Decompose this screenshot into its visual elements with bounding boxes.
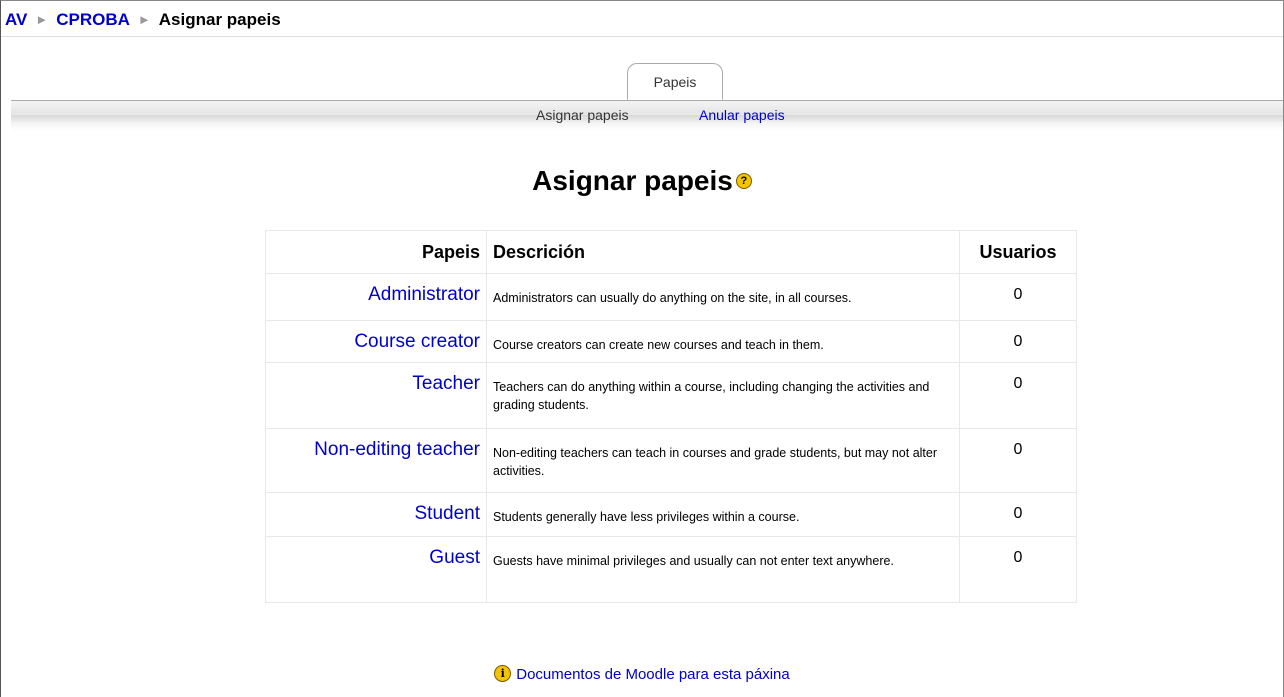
breadcrumb-link-cproba[interactable]: CPROBA bbox=[56, 10, 130, 29]
subtab-row: Asignar papeis Anular papeis bbox=[11, 101, 1283, 131]
description-cell: Non-editing teachers can teach in course… bbox=[486, 428, 960, 493]
users-count-cell: 0 bbox=[959, 428, 1077, 493]
table-row: Teacher Teachers can do anything within … bbox=[265, 362, 1077, 429]
page-frame: AV ► CPROBA ► Asignar papeis Papeis Asignar … bbox=[0, 0, 1284, 697]
page-title: Asignar papeis bbox=[532, 165, 733, 196]
role-cell: Administrator bbox=[265, 273, 487, 321]
breadcrumb-current: Asignar papeis bbox=[158, 10, 281, 29]
role-link-course-creator[interactable]: Course creator bbox=[354, 331, 480, 352]
table-row: Student Students generally have less pri… bbox=[265, 492, 1077, 537]
role-link-non-editing-teacher[interactable]: Non-editing teacher bbox=[314, 439, 480, 460]
description-cell: Teachers can do anything within a course… bbox=[486, 362, 960, 429]
breadcrumb: AV ► CPROBA ► Asignar papeis bbox=[1, 1, 1283, 37]
page-title-container: Asignar papeis? bbox=[1, 165, 1283, 197]
role-cell: Teacher bbox=[265, 362, 487, 429]
subtab-anular-papeis[interactable]: Anular papeis bbox=[699, 107, 785, 123]
role-link-administrator[interactable]: Administrator bbox=[368, 284, 480, 305]
table-row: Non-editing teacher Non-editing teachers… bbox=[265, 428, 1077, 493]
table-header-row: Papeis Descrición Usuarios bbox=[265, 230, 1077, 274]
role-cell: Guest bbox=[265, 536, 487, 603]
table-row: Administrator Administrators can usually… bbox=[265, 273, 1077, 321]
breadcrumb-separator-icon: ► bbox=[35, 12, 49, 27]
table-row: Course creator Course creators can creat… bbox=[265, 320, 1077, 363]
tab-papeis[interactable]: Papeis bbox=[627, 63, 723, 100]
description-cell: Students generally have less privileges … bbox=[486, 492, 960, 537]
description-cell: Administrators can usually do anything o… bbox=[486, 273, 960, 321]
role-cell: Course creator bbox=[265, 320, 487, 363]
users-count-cell: 0 bbox=[959, 320, 1077, 363]
users-count-cell: 0 bbox=[959, 273, 1077, 321]
column-header-roles: Papeis bbox=[265, 230, 487, 274]
role-link-guest[interactable]: Guest bbox=[429, 547, 480, 568]
users-count-cell: 0 bbox=[959, 492, 1077, 537]
column-header-users: Usuarios bbox=[959, 230, 1077, 274]
role-cell: Non-editing teacher bbox=[265, 428, 487, 493]
roles-table: Papeis Descrición Usuarios Administrator… bbox=[265, 230, 1077, 603]
tab-row: Papeis bbox=[11, 63, 1283, 101]
description-cell: Course creators can create new courses a… bbox=[486, 320, 960, 363]
help-icon[interactable]: ? bbox=[735, 172, 752, 189]
column-header-description: Descrición bbox=[486, 230, 960, 274]
info-icon: i bbox=[494, 664, 512, 682]
docs-link[interactable]: Documentos de Moodle para esta páxina bbox=[516, 666, 790, 683]
subtab-asignar-papeis[interactable]: Asignar papeis bbox=[536, 107, 629, 123]
docs-footer: i Documentos de Moodle para esta páxina bbox=[1, 664, 1283, 684]
users-count-cell: 0 bbox=[959, 362, 1077, 429]
users-count-cell: 0 bbox=[959, 536, 1077, 603]
subtab-stripe bbox=[11, 115, 1283, 122]
breadcrumb-separator-icon: ► bbox=[137, 12, 151, 27]
role-cell: Student bbox=[265, 492, 487, 537]
description-cell: Guests have minimal privileges and usual… bbox=[486, 536, 960, 603]
role-link-student[interactable]: Student bbox=[415, 503, 481, 524]
breadcrumb-link-av[interactable]: AV bbox=[5, 10, 27, 29]
table-row: Guest Guests have minimal privileges and… bbox=[265, 536, 1077, 603]
role-link-teacher[interactable]: Teacher bbox=[412, 373, 480, 394]
